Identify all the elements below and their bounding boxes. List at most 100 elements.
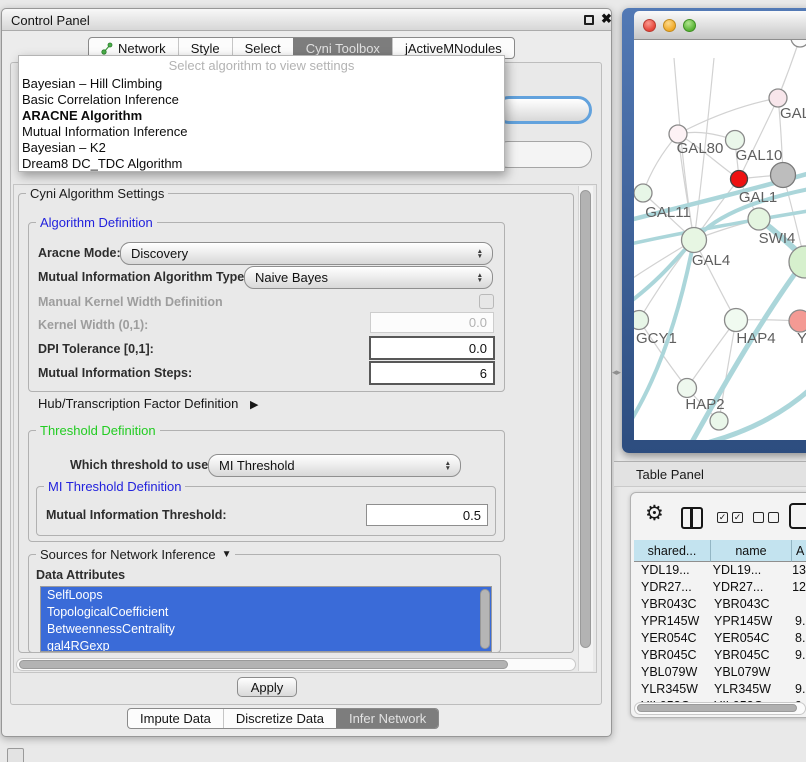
cell-shared-name: YPR145W	[634, 614, 711, 628]
list-item[interactable]: BetweennessCentrality	[41, 621, 491, 638]
list-item[interactable]: gal4RGexp	[41, 638, 491, 652]
column-header-name[interactable]: name	[711, 540, 792, 562]
network-view-window[interactable]: GAL GAL80 GAL10 GAL1 GAL11 SWI4 GAL4 GCY…	[622, 8, 806, 453]
cell-value: 13	[789, 563, 806, 577]
tab-label: Network	[118, 41, 166, 56]
list-item[interactable]: SelfLoops	[41, 587, 491, 604]
node-gray[interactable]	[771, 163, 796, 188]
cell-value: 9.	[792, 614, 805, 628]
network-graph[interactable]: GAL GAL80 GAL10 GAL1 GAL11 SWI4 GAL4 GCY…	[634, 40, 806, 440]
manual-kernel-checkbox[interactable]	[479, 294, 494, 309]
input-value: 0.5	[463, 508, 481, 523]
cyni-mode-tabs: Impute Data Discretize Data Infer Networ…	[127, 708, 439, 729]
dropdown-item-selected[interactable]: ARACNE Algorithm	[19, 108, 504, 124]
dropdown-item[interactable]: Dream8 DC_TDC Algorithm	[19, 156, 504, 172]
dropdown-item[interactable]: Basic Correlation Inference	[19, 92, 504, 108]
zoom-traffic-light[interactable]	[683, 19, 696, 32]
cell-name: YDL19...	[710, 563, 789, 577]
expand-right-icon[interactable]: ▶	[250, 399, 258, 411]
tab-impute-data[interactable]: Impute Data	[128, 709, 223, 728]
splitter-handle[interactable]: ◂▸	[612, 367, 621, 378]
float-window-icon[interactable]	[584, 15, 594, 25]
hub-transcription-expander[interactable]: Hub/Transcription Factor Definition ▶	[38, 396, 258, 411]
node-gcy1[interactable]	[634, 311, 649, 330]
dpi-tolerance-input[interactable]: 0.0	[369, 336, 495, 360]
mi-type-combobox[interactable]: Naive Bayes ▲▼	[244, 266, 493, 289]
dropdown-item[interactable]: Bayesian – K2	[19, 140, 504, 156]
cell-shared-name: YDL19...	[634, 563, 710, 577]
node-salmon[interactable]	[789, 310, 806, 332]
select-all-icon[interactable]: ✓ ✓	[717, 512, 743, 523]
column-header-partial[interactable]: A	[792, 540, 806, 562]
tab-discretize-data[interactable]: Discretize Data	[223, 709, 336, 728]
columns-icon[interactable]	[681, 507, 703, 529]
table-horizontal-scrollbar[interactable]	[634, 702, 806, 715]
node-label-gal1: GAL1	[739, 189, 777, 206]
scrollbar-thumb[interactable]	[19, 660, 508, 669]
node-label-gal: GAL	[780, 105, 806, 122]
collapse-down-icon[interactable]: ▼	[222, 549, 232, 560]
combobox-value: Discovery	[131, 246, 188, 261]
node-red-selected[interactable]	[731, 171, 748, 188]
close-traffic-light[interactable]	[643, 19, 656, 32]
cell-value: 9.	[792, 682, 805, 696]
list-item[interactable]: TopologicalCoefficient	[41, 604, 491, 621]
table-row[interactable]: YDR27... YDR27... 12	[634, 579, 806, 596]
network-window-titlebar[interactable]	[634, 11, 806, 40]
table-body[interactable]: YDL19... YDL19... 13 YDR27... YDR27... 1…	[634, 562, 806, 702]
mi-steps-input[interactable]: 6	[369, 361, 495, 385]
mi-type-label: Mutual Information Algorithm Type:	[38, 270, 248, 284]
cell-name: YBL079W	[711, 665, 792, 679]
mi-threshold-input[interactable]: 0.5	[366, 504, 488, 526]
list-scrollbar[interactable]	[480, 589, 490, 649]
node-hap2[interactable]	[678, 379, 697, 398]
node-gal4[interactable]	[682, 228, 707, 253]
tab-infer-network[interactable]: Infer Network	[336, 709, 438, 728]
node-unnamed-bottom[interactable]	[710, 412, 728, 430]
deselect-all-icon[interactable]	[753, 512, 779, 523]
node-gal11[interactable]	[634, 184, 652, 202]
table-row[interactable]: YER054C YER054C 8.	[634, 630, 806, 647]
node-labels: GAL GAL80 GAL10 GAL1 GAL11 SWI4 GAL4 GCY…	[636, 105, 806, 413]
scrollbar-thumb[interactable]	[580, 190, 591, 648]
table-row[interactable]: YDL19... YDL19... 13	[634, 562, 806, 579]
table-row[interactable]: YPR145W YPR145W 9.	[634, 613, 806, 630]
inference-algorithm-combobox[interactable]	[495, 96, 592, 124]
table-row[interactable]: YBL079W YBL079W	[634, 663, 806, 680]
kernel-width-input[interactable]: 0.0	[370, 312, 494, 333]
settings-horizontal-scrollbar[interactable]	[16, 658, 576, 671]
cell-name: YBR045C	[711, 648, 792, 662]
table-row[interactable]: YBR045C YBR045C 9.	[634, 646, 806, 663]
minimized-panel-icon[interactable]	[7, 748, 24, 762]
apply-button[interactable]: Apply	[237, 677, 297, 697]
data-attributes-list[interactable]: SelfLoops TopologicalCoefficient Between…	[40, 586, 492, 652]
data-attributes-label: Data Attributes	[36, 568, 125, 582]
network-canvas[interactable]: GAL GAL80 GAL10 GAL1 GAL11 SWI4 GAL4 GCY…	[634, 40, 806, 440]
which-threshold-label: Which threshold to use:	[70, 458, 212, 472]
table-row[interactable]: YBR043C YBR043C	[634, 596, 806, 613]
node-hap4[interactable]	[725, 309, 748, 332]
gear-icon[interactable]: ⚙	[645, 503, 664, 524]
column-header-shared-name[interactable]: shared...	[634, 540, 711, 562]
scrollbar-thumb[interactable]	[637, 704, 797, 712]
dpi-tolerance-label: DPI Tolerance [0,1]:	[38, 342, 154, 356]
dropdown-item[interactable]: Bayesian – Hill Climbing	[19, 76, 504, 92]
minimize-traffic-light[interactable]	[663, 19, 676, 32]
node-swi4[interactable]	[789, 246, 806, 278]
node-unnamed-top[interactable]	[791, 40, 806, 47]
window-title: Control Panel	[11, 13, 90, 28]
document-icon[interactable]	[789, 503, 806, 529]
aracne-mode-combobox[interactable]: Discovery ▲▼	[120, 242, 493, 265]
control-panel-titlebar[interactable]: Control Panel ✖	[2, 9, 611, 31]
stepper-arrows-icon: ▲▼	[477, 267, 483, 288]
node-label-gal4: GAL4	[692, 252, 730, 269]
which-threshold-combobox[interactable]: MI Threshold ▲▼	[208, 454, 461, 477]
node-label-gcy1: GCY1	[636, 330, 677, 347]
close-icon[interactable]: ✖	[601, 11, 612, 27]
dropdown-item[interactable]: Mutual Information Inference	[19, 124, 504, 140]
node-gal1[interactable]	[748, 208, 770, 230]
cell-value: 8.	[792, 631, 805, 645]
settings-vertical-scrollbar[interactable]	[578, 186, 593, 671]
table-selector-combobox[interactable]	[495, 141, 592, 168]
table-row[interactable]: YLR345W YLR345W 9.	[634, 680, 806, 697]
